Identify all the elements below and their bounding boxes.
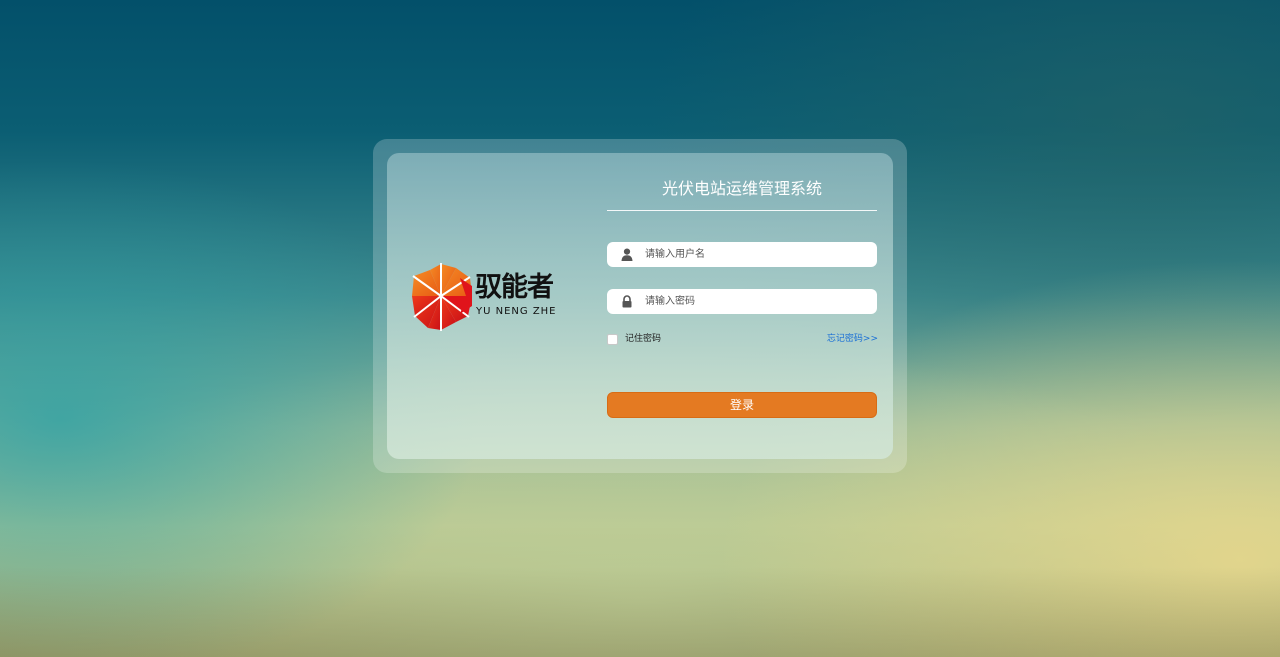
system-title: 光伏电站运维管理系统 [661,179,822,198]
username-input[interactable] [645,242,865,267]
user-icon [621,248,633,261]
forgot-password-link[interactable]: 忘记密码>> [797,333,878,345]
lock-icon [622,295,632,308]
remember-password[interactable]: 记住密码 [607,333,661,345]
brand-name-en: YU NENG ZHE [476,306,557,317]
brand-name-cn: 驭能者 [475,272,554,303]
username-field[interactable] [607,242,877,267]
remember-label: 记住密码 [625,334,662,344]
password-input[interactable] [645,289,865,314]
brand-logo: 驭能者 YU NENG ZHE [410,260,560,332]
login-button[interactable]: 登录 [607,392,877,418]
title-divider [607,210,877,211]
logo-mark-icon [412,263,472,331]
remember-checkbox[interactable] [607,333,618,345]
password-field[interactable] [607,289,877,314]
